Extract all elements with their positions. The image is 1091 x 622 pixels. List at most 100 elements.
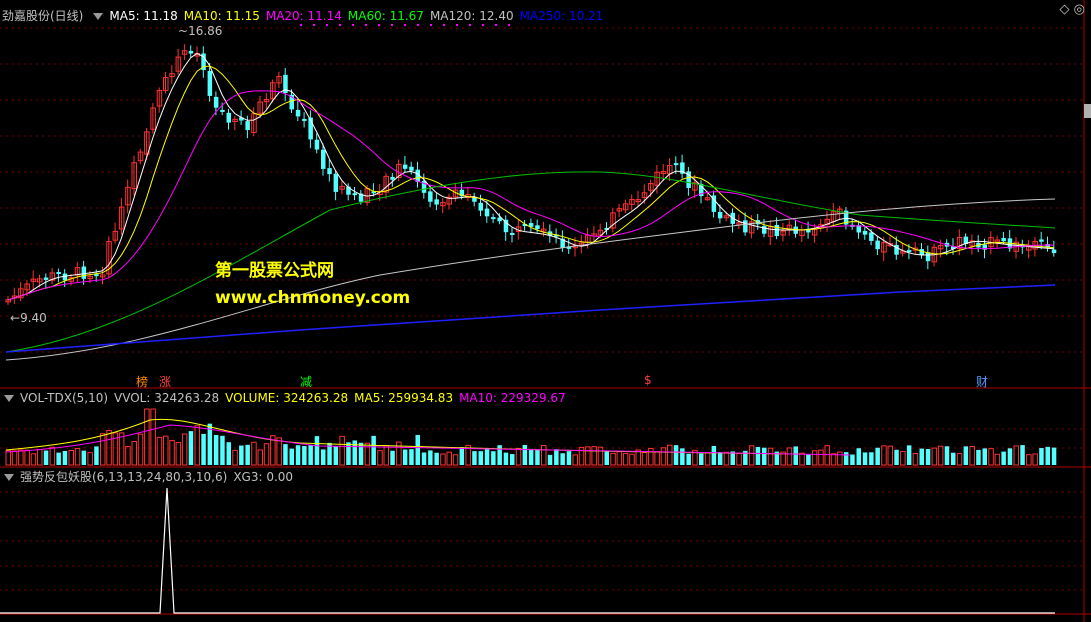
low-price-value: 9.40 <box>20 311 47 325</box>
volume-legend: VVOL: 324263.28 VOLUME: 324263.28 MA5: 259… <box>114 391 572 405</box>
volume-indicator-name[interactable]: VOL-TDX(5,10) <box>20 391 108 405</box>
event-marker-dollar[interactable]: $ <box>644 373 652 387</box>
volume-bar <box>951 452 956 465</box>
event-marker-jian[interactable]: 减 <box>300 373 312 390</box>
volume-bar <box>1051 447 1057 465</box>
candle-body <box>717 211 723 219</box>
high-price-value: 16.86 <box>188 24 223 38</box>
dropdown-triangle-icon[interactable] <box>4 395 14 402</box>
volume-bar <box>528 448 534 465</box>
volume-legend-item: VOLUME: 324263.28 <box>225 391 349 405</box>
volume-bar <box>81 450 87 465</box>
volume-bar <box>1026 454 1032 466</box>
volume-bar <box>1039 448 1044 465</box>
ma-legend: MA5: 11.18 MA10: 11.15 MA20: 11.14 MA60: 11… <box>109 9 609 23</box>
volume-bar <box>194 425 200 466</box>
volume-bar <box>1032 453 1038 466</box>
signal-dot <box>417 24 419 26</box>
volume-bar <box>87 452 93 466</box>
volume-bar <box>175 442 182 466</box>
volume-bar <box>881 445 887 466</box>
diamond-circle-icon[interactable]: ◇ ◎ <box>1060 2 1085 17</box>
signal-dot <box>456 24 458 26</box>
volume-bar <box>566 451 572 465</box>
signal-dot <box>313 24 315 26</box>
volume-bar <box>862 452 868 465</box>
volume-bar <box>1001 451 1006 465</box>
signal-dot <box>391 24 393 26</box>
candle-body <box>295 109 301 117</box>
signal-dot <box>469 24 471 26</box>
volume-bar <box>762 447 767 465</box>
signal-dot <box>495 24 497 26</box>
volume-bar <box>49 446 56 466</box>
volume-bar <box>484 449 490 465</box>
volume-bar <box>856 448 861 465</box>
dropdown-triangle-icon[interactable] <box>4 474 14 481</box>
volume-bar <box>717 452 723 465</box>
candle-body <box>43 277 49 280</box>
volume-bar <box>767 447 774 466</box>
volume-bar <box>837 451 843 466</box>
volume-bar <box>118 432 125 466</box>
volume-bar <box>610 452 616 466</box>
ma-legend-item: MA250: 10.21 <box>519 9 604 23</box>
volume-bar <box>748 445 755 466</box>
signal-dot <box>352 24 354 26</box>
volume-bar <box>43 450 49 465</box>
volume-bar <box>339 435 345 466</box>
volume-bar <box>850 454 855 465</box>
volume-bar <box>654 450 660 466</box>
ma20-line <box>7 90 1054 301</box>
signal-indicator-name[interactable]: 强势反包妖股(6,13,13,24,80,3,10,6) <box>20 470 227 484</box>
volume-bar <box>245 444 250 465</box>
candle-body <box>428 191 433 202</box>
stock-title[interactable]: 劲嘉股份(日线) <box>2 9 83 23</box>
dropdown-triangle-icon[interactable] <box>93 13 104 20</box>
volume-legend-item: VVOL: 324263.28 <box>114 391 220 405</box>
candle-body <box>869 232 874 241</box>
volume-bar <box>283 444 288 465</box>
candle-body <box>352 193 357 196</box>
volume-bar <box>686 453 691 465</box>
right-scroll-marker[interactable] <box>1084 104 1091 118</box>
candle-body <box>491 217 496 220</box>
kline-chart-canvas[interactable] <box>0 0 1091 622</box>
volume-bar <box>150 408 156 466</box>
volume-bar <box>156 436 163 466</box>
ma-legend-item: MA20: 11.14 <box>265 9 342 23</box>
volume-bar <box>472 451 477 465</box>
volume-bar <box>969 445 975 466</box>
candle-body <box>245 121 250 131</box>
volume-bar <box>144 408 150 466</box>
volume-bar <box>976 449 981 465</box>
volume-bar <box>201 433 206 465</box>
candle-body <box>94 274 99 277</box>
ma-legend-item: MA10: 11.15 <box>183 9 260 23</box>
volume-bar <box>321 449 326 465</box>
volume-bar <box>793 446 798 465</box>
volume-bar <box>869 452 874 465</box>
candle-body <box>188 50 194 54</box>
candle-body <box>390 176 395 180</box>
volume-bar <box>503 452 509 465</box>
volume-bar <box>188 431 194 465</box>
volume-bar <box>402 449 408 465</box>
event-marker-cai[interactable]: 财 <box>976 373 988 390</box>
chart-controls[interactable]: ◇ ◎ <box>1060 2 1085 17</box>
volume-bar <box>169 440 175 466</box>
volume-bar <box>616 451 623 466</box>
volume-bar <box>786 447 793 466</box>
volume-bar <box>421 452 427 465</box>
volume-bar <box>415 434 420 465</box>
volume-bar <box>56 452 61 465</box>
volume-bar <box>597 446 604 466</box>
signal-dot <box>508 24 510 26</box>
volume-bar <box>346 442 351 465</box>
candle-body <box>56 272 61 275</box>
event-marker-zhang[interactable]: 涨 <box>159 373 171 390</box>
event-marker-bang[interactable]: 榜 <box>136 373 148 390</box>
volume-bar <box>232 449 238 466</box>
volume-bar <box>440 453 446 466</box>
volume-bar <box>18 449 24 466</box>
